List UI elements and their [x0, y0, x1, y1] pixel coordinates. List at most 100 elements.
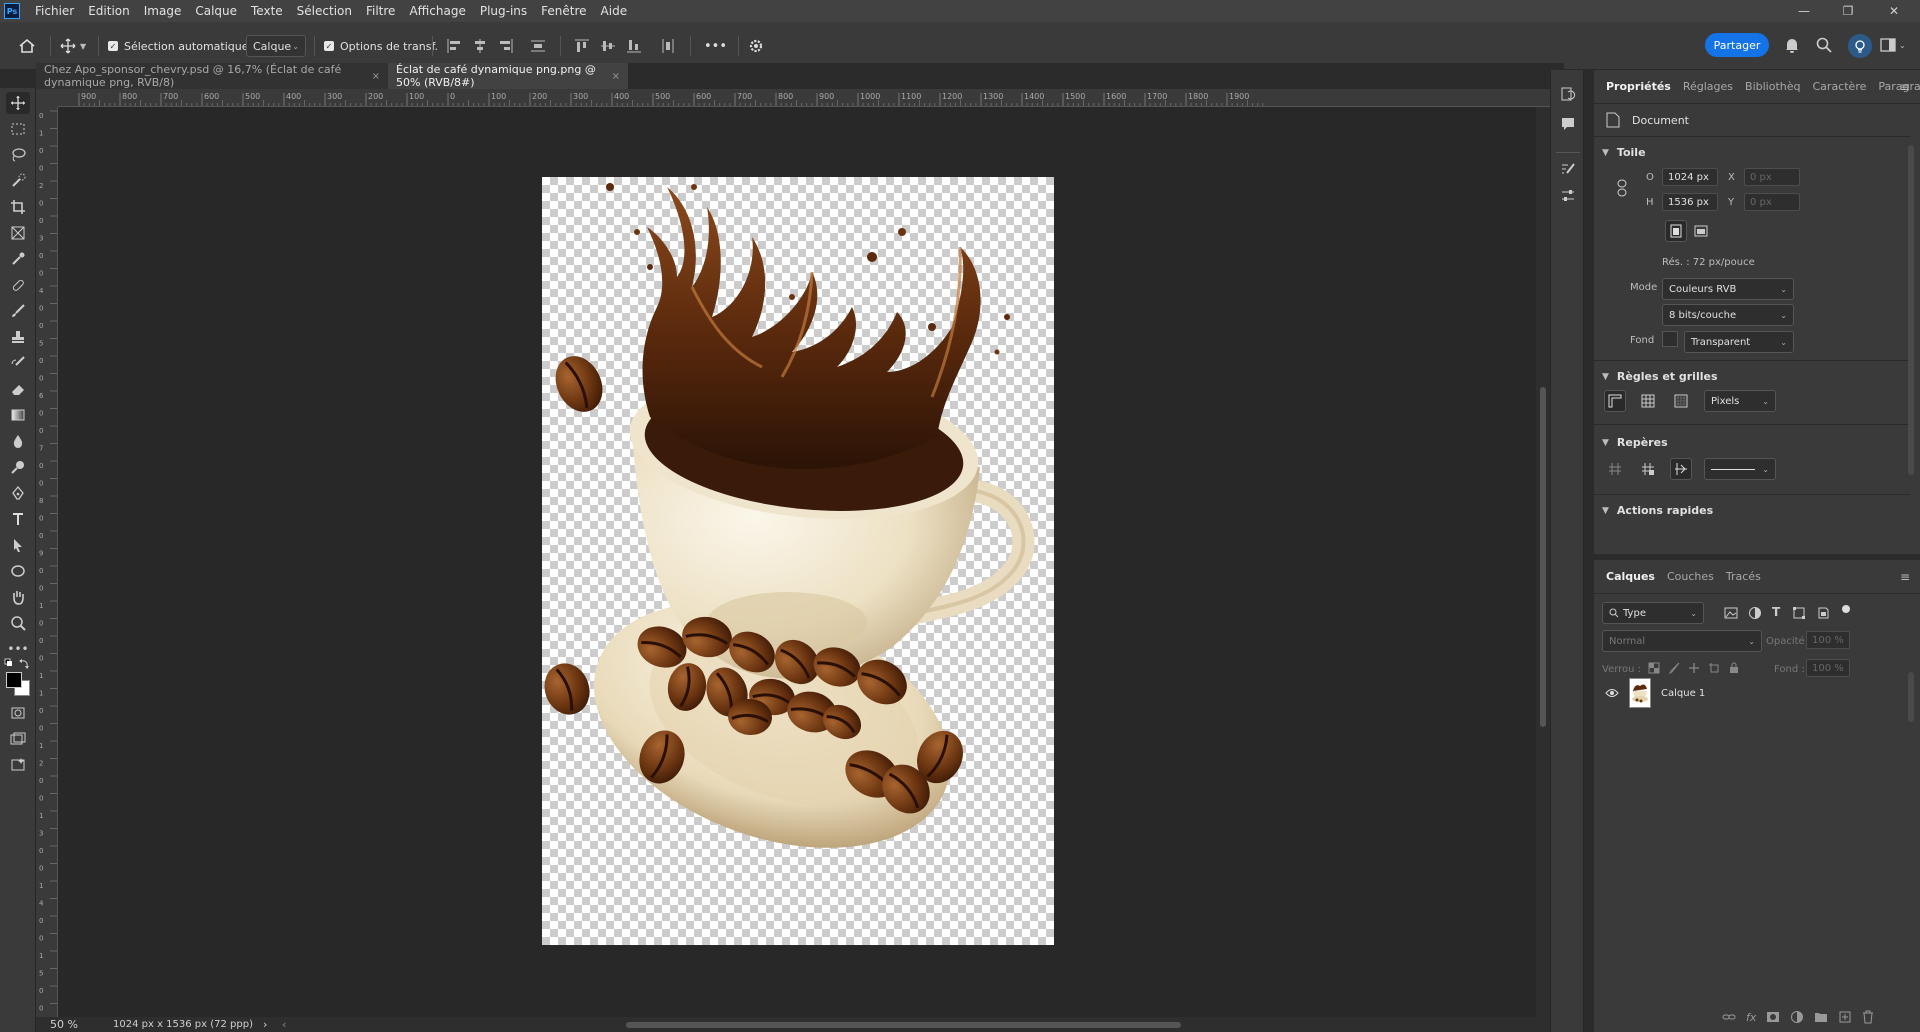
- foreground-color-swatch[interactable]: [6, 672, 22, 688]
- horizontal-ruler[interactable]: 900 800 700 600 500 400 300 200 100 0 100 200 300 400…: [58, 89, 1564, 107]
- tab-layers[interactable]: Calques: [1600, 570, 1661, 583]
- menu-aide[interactable]: Aide: [594, 0, 635, 22]
- menu-filtre[interactable]: Filtre: [359, 0, 402, 22]
- generative-button[interactable]: [6, 754, 30, 776]
- eraser-tool[interactable]: [6, 378, 30, 400]
- new-adjustment-icon[interactable]: [1790, 1010, 1804, 1024]
- minimize-button[interactable]: —: [1784, 0, 1824, 22]
- path-selection-tool[interactable]: [6, 534, 30, 556]
- hand-tool[interactable]: [6, 586, 30, 608]
- filter-pixel-button[interactable]: [1724, 606, 1738, 620]
- pen-tool[interactable]: [6, 482, 30, 504]
- close-window-button[interactable]: ✕: [1874, 0, 1914, 22]
- tab-channels[interactable]: Couches: [1661, 570, 1720, 583]
- filter-toggle[interactable]: [1842, 605, 1850, 613]
- ruler-origin[interactable]: [36, 89, 58, 107]
- tab-chez-apo[interactable]: Chez Apo_sponsor_chevry.psd @ 16,7% (Écl…: [36, 63, 388, 89]
- restore-button[interactable]: ❐: [1828, 0, 1868, 22]
- add-mask-icon[interactable]: [1766, 1011, 1780, 1023]
- notifications-button[interactable]: [1784, 36, 1800, 54]
- status-menu-arrow[interactable]: ›: [263, 1018, 267, 1031]
- vertical-ruler[interactable]: 0 1 0 0 2 0 0 3 0 0 4 0 0 5 0 0 6 0 0 7 0 0 8 0 0 9 0 0 1 0 0 0 1 1 0 0 1 2 0 0…: [36, 107, 58, 1017]
- lock-transparent-icon[interactable]: [1648, 662, 1660, 674]
- layer-row-calque-1[interactable]: Calque 1: [1594, 674, 1910, 712]
- landscape-orientation-button[interactable]: [1690, 220, 1712, 242]
- lock-position-icon[interactable]: [1688, 662, 1700, 674]
- filter-shape-button[interactable]: [1792, 606, 1806, 620]
- crop-tool[interactable]: [6, 196, 30, 218]
- tab-properties[interactable]: Propriétés: [1600, 80, 1677, 93]
- panel-menu-icon[interactable]: ≡: [1900, 570, 1910, 584]
- menu-selection[interactable]: Sélection: [290, 0, 359, 22]
- close-icon[interactable]: ×: [372, 71, 380, 82]
- toggle-pixel-grid-button[interactable]: [1670, 390, 1692, 412]
- tab-adjustments[interactable]: Réglages: [1677, 80, 1739, 93]
- discover-button[interactable]: [1848, 34, 1872, 58]
- lock-artboard-icon[interactable]: [1708, 662, 1720, 674]
- vertical-scrollbar[interactable]: [1536, 107, 1550, 1017]
- tab-character[interactable]: Caractère: [1807, 80, 1873, 93]
- y-field[interactable]: 0 px: [1744, 193, 1800, 211]
- quick-mask-button[interactable]: [6, 702, 30, 724]
- lasso-tool[interactable]: [6, 144, 30, 166]
- edit-toolbar-button[interactable]: •••: [6, 638, 30, 660]
- screen-mode-button[interactable]: [6, 728, 30, 750]
- lock-all-icon[interactable]: [1728, 662, 1740, 674]
- default-colors-button[interactable]: [4, 658, 32, 670]
- guides-section-header[interactable]: ▼ Repères: [1602, 436, 1668, 449]
- bit-depth-dropdown[interactable]: 8 bits/couche ⌄: [1662, 304, 1794, 326]
- new-guide-layout-button[interactable]: [1637, 458, 1659, 480]
- frame-tool[interactable]: [6, 222, 30, 244]
- smart-guides-button[interactable]: [1670, 458, 1692, 480]
- eye-icon[interactable]: [1605, 688, 1619, 698]
- comments-panel-button[interactable]: [1560, 116, 1576, 132]
- workspace-switcher-button[interactable]: ⌄: [1880, 38, 1906, 52]
- marquee-tool[interactable]: [6, 118, 30, 140]
- brush-tool[interactable]: [6, 300, 30, 322]
- filter-type-button[interactable]: T: [1772, 605, 1780, 619]
- menu-calque[interactable]: Calque: [188, 0, 244, 22]
- document-workspace[interactable]: [58, 107, 1536, 1017]
- scroll-left-arrow[interactable]: ‹: [282, 1018, 286, 1031]
- scrollbar-thumb[interactable]: [1540, 387, 1546, 727]
- width-field[interactable]: 1024 px: [1662, 168, 1718, 186]
- height-field[interactable]: 1536 px: [1662, 193, 1718, 211]
- home-button[interactable]: [18, 22, 36, 70]
- fill-color-swatch[interactable]: [1662, 331, 1678, 347]
- guide-style-dropdown[interactable]: ⌄: [1704, 458, 1776, 480]
- portrait-orientation-button[interactable]: [1665, 220, 1687, 242]
- shape-tool[interactable]: [6, 560, 30, 582]
- adjustments-panel-button[interactable]: [1560, 188, 1576, 204]
- close-icon[interactable]: ×: [612, 71, 620, 82]
- menu-plugins[interactable]: Plug-ins: [473, 0, 534, 22]
- menu-edition[interactable]: Edition: [81, 0, 137, 22]
- layers-scrollbar[interactable]: [1908, 672, 1914, 722]
- tab-paragraph[interactable]: Paragraph: [1872, 80, 1920, 93]
- ruler-units-dropdown[interactable]: Pixels ⌄: [1704, 390, 1776, 412]
- blur-tool[interactable]: [6, 430, 30, 452]
- tab-paths[interactable]: Tracés: [1720, 570, 1767, 583]
- zoom-tool[interactable]: [6, 612, 30, 634]
- blend-mode-dropdown[interactable]: Normal ⌄: [1602, 630, 1762, 652]
- quick-actions-section-header[interactable]: ▼ Actions rapides: [1602, 504, 1713, 517]
- trash-icon[interactable]: [1862, 1010, 1874, 1024]
- search-button[interactable]: [1816, 37, 1832, 53]
- toggle-grid-button[interactable]: [1637, 390, 1659, 412]
- menu-fenetre[interactable]: Fenêtre: [534, 0, 593, 22]
- layer-filter-dropdown[interactable]: Type ⌄: [1602, 602, 1704, 624]
- history-panel-button[interactable]: [1560, 86, 1576, 102]
- healing-brush-tool[interactable]: [6, 274, 30, 296]
- zoom-level[interactable]: 50 %: [50, 1018, 78, 1031]
- type-tool[interactable]: [6, 508, 30, 530]
- new-layer-icon[interactable]: [1838, 1010, 1852, 1024]
- horizontal-scrollbar-thumb[interactable]: [626, 1022, 1181, 1028]
- menu-texte[interactable]: Texte: [244, 0, 290, 22]
- quick-selection-tool[interactable]: [6, 170, 30, 192]
- panel-menu-icon[interactable]: ≡: [1900, 80, 1910, 94]
- link-layers-icon[interactable]: [1722, 1011, 1736, 1023]
- canvas-section-header[interactable]: ▼ Toile: [1602, 146, 1646, 159]
- move-tool[interactable]: [6, 92, 30, 114]
- clone-stamp-tool[interactable]: [6, 326, 30, 348]
- eyedropper-tool[interactable]: [6, 248, 30, 270]
- history-brush-tool[interactable]: [6, 352, 30, 374]
